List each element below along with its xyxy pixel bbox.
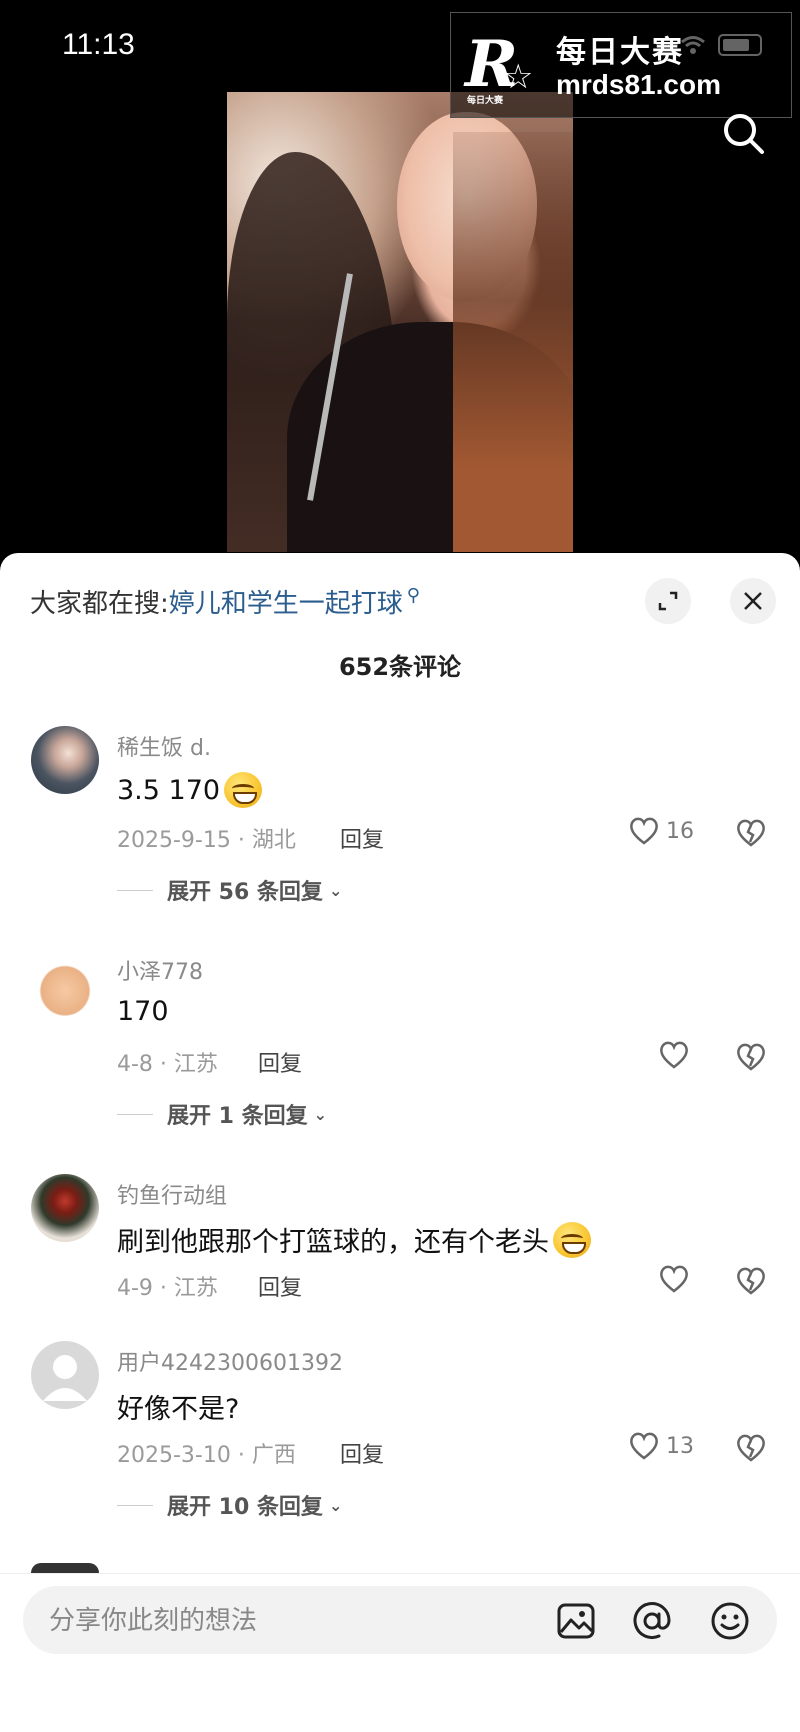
heart-icon [660, 1041, 688, 1069]
at-icon [633, 1602, 671, 1639]
emoji-sweat-grin-icon [553, 1221, 591, 1258]
like-button[interactable] [658, 1264, 696, 1294]
comment-text: 刷到他跟那个打篮球的，还有个老头 [117, 1220, 591, 1259]
reply-button[interactable]: 回复 [258, 1046, 302, 1078]
divider-line [117, 1113, 153, 1115]
dislike-button[interactable] [735, 1042, 767, 1076]
hot-search[interactable]: 大家都在搜: 婷儿和学生一起打球 ⚲ [30, 583, 420, 620]
avatar[interactable] [31, 726, 99, 794]
heart-icon [630, 1432, 658, 1460]
hot-search-label: 大家都在搜: [30, 589, 169, 619]
comment-date-location: 2025-9-15 · 湖北 [117, 828, 296, 853]
watermark-logo: R ☆ 每日大赛 每日大赛 mrds81.com [450, 12, 792, 118]
like-count: 16 [666, 818, 694, 844]
comment-text: 170 [117, 996, 169, 1027]
reply-button[interactable]: 回复 [258, 1270, 302, 1302]
reply-button[interactable]: 回复 [340, 822, 384, 854]
avatar[interactable] [31, 1174, 99, 1242]
comment-username[interactable]: 稀生饭 d. [117, 730, 211, 762]
chevron-down-icon: ⌄ [328, 1495, 343, 1515]
expand-replies-button[interactable]: 展开 1 条回复 ⌄ [117, 1098, 327, 1130]
dislike-button[interactable] [735, 1433, 767, 1467]
watermark-url: mrds81.com [556, 69, 721, 100]
like-button[interactable]: 16 [628, 816, 694, 846]
chevron-down-icon: ⌄ [313, 1104, 328, 1124]
heart-icon [660, 1265, 688, 1293]
search-icon [724, 114, 764, 154]
like-count: 13 [666, 1433, 694, 1459]
comments-sheet: 大家都在搜: 婷儿和学生一起打球 ⚲ 652条评论 稀生饭 d. 3.5 170… [0, 553, 800, 1731]
comment-input-pill[interactable] [23, 1586, 777, 1656]
broken-heart-icon [737, 1267, 765, 1295]
like-button[interactable] [658, 1040, 696, 1070]
watermark-logo-small: 每日大赛 [467, 96, 504, 106]
watermark-title: 每日大赛 [556, 35, 684, 70]
comment-date-location: 4-8 · 江苏 [117, 1052, 218, 1077]
expand-replies-label: 展开 56 条回复 [167, 880, 323, 905]
comment-username[interactable]: 小泽778 [117, 954, 203, 986]
comment-text-body: 刷到他跟那个打篮球的，还有个老头 [117, 1227, 549, 1258]
image-icon [557, 1603, 595, 1639]
comment-text: 3.5 170 [117, 772, 263, 808]
video-hair-highlight [453, 132, 573, 552]
video-player[interactable] [227, 92, 573, 552]
expand-icon [658, 591, 678, 611]
reply-button[interactable]: 回复 [340, 1437, 384, 1469]
emoji-button[interactable] [709, 1600, 751, 1642]
comment-date-location: 2025-3-10 · 广西 [117, 1443, 296, 1468]
comment-username[interactable]: 用户4242300601392 [117, 1345, 343, 1377]
chevron-down-icon: ⌄ [328, 880, 343, 900]
smiley-icon [711, 1602, 749, 1640]
comment-count: 652条评论 [338, 653, 462, 681]
comment-input[interactable] [47, 1586, 531, 1656]
comment-text-body: 好像不是? [117, 1394, 240, 1425]
broken-heart-icon [737, 819, 765, 847]
comment-date-location: 4-9 · 江苏 [117, 1276, 218, 1301]
avatar[interactable] [31, 950, 99, 1018]
comment-username[interactable]: 钓鱼行动组 [117, 1178, 227, 1210]
expand-sheet-button[interactable] [645, 578, 691, 624]
divider-line [117, 1504, 153, 1506]
avatar[interactable] [31, 1563, 99, 1573]
hot-search-term[interactable]: 婷儿和学生一起打球 [169, 583, 403, 620]
broken-heart-icon [737, 1043, 765, 1071]
comment-text-body: 170 [117, 996, 169, 1027]
close-icon [744, 592, 762, 610]
like-button[interactable]: 13 [628, 1431, 694, 1461]
avatar[interactable] [31, 1341, 99, 1409]
dislike-button[interactable] [735, 1266, 767, 1300]
comment-text: 好像不是? [117, 1387, 239, 1426]
image-button[interactable] [555, 1600, 597, 1642]
expand-replies-label: 展开 10 条回复 [167, 1495, 323, 1520]
search-button[interactable] [720, 110, 768, 158]
search-small-icon: ⚲ [406, 585, 420, 606]
expand-replies-button[interactable]: 展开 10 条回复 ⌄ [117, 1489, 342, 1521]
comment-text-body: 3.5 170 [117, 774, 221, 806]
default-avatar-icon [43, 1355, 87, 1401]
star-icon: ☆ [503, 57, 534, 97]
broken-heart-icon [737, 1434, 765, 1462]
close-sheet-button[interactable] [730, 578, 776, 624]
divider-line [117, 889, 153, 891]
expand-replies-button[interactable]: 展开 56 条回复 ⌄ [117, 874, 342, 906]
dislike-button[interactable] [735, 818, 767, 852]
comment-input-bar [0, 1573, 800, 1732]
mention-button[interactable] [631, 1600, 673, 1642]
status-time: 11:13 [62, 28, 135, 61]
heart-icon [630, 817, 658, 845]
expand-replies-label: 展开 1 条回复 [167, 1104, 308, 1129]
emoji-smirk-icon [224, 772, 263, 808]
